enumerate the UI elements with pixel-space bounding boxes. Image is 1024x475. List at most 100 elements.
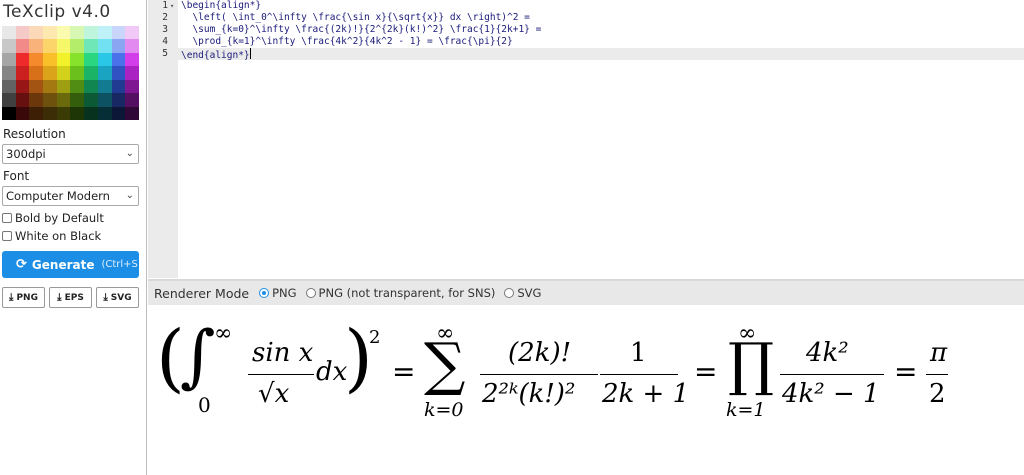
color-swatch[interactable] <box>97 106 112 120</box>
color-swatch[interactable] <box>56 106 71 120</box>
color-swatch[interactable] <box>125 26 139 40</box>
renderer-option-png[interactable]: PNG <box>259 286 297 300</box>
download-eps-button[interactable]: ⤓ EPS <box>49 287 92 308</box>
color-swatch[interactable] <box>56 79 71 94</box>
color-swatch[interactable] <box>2 79 16 94</box>
color-swatch[interactable] <box>84 39 98 53</box>
color-swatch[interactable] <box>97 26 112 40</box>
color-swatch[interactable] <box>29 93 44 107</box>
color-swatch[interactable] <box>56 93 71 107</box>
sidebar: TeXclip v4.0 Resolution 300dpi ⌄ Font Co… <box>0 0 147 475</box>
line-number: 2 <box>162 12 168 23</box>
color-swatch[interactable] <box>84 93 98 107</box>
color-swatch[interactable] <box>111 93 126 107</box>
color-swatch[interactable] <box>29 66 44 80</box>
color-swatch[interactable] <box>29 106 44 120</box>
code-line[interactable]: 2 \left( \int_0^\infty \frac{\sin x}{\sq… <box>148 12 1024 24</box>
color-swatch[interactable] <box>70 26 85 40</box>
color-swatch[interactable] <box>97 39 112 53</box>
color-swatch[interactable] <box>56 66 71 80</box>
color-swatch[interactable] <box>56 39 71 53</box>
color-swatch[interactable] <box>111 39 126 53</box>
radio-svg[interactable] <box>504 288 515 298</box>
white-on-black-option[interactable]: White on Black <box>2 229 101 243</box>
code-line[interactable]: 4 \prod_{k=1}^\infty \frac{4k^2}{4k^2 - … <box>148 36 1024 48</box>
fold-arrow-icon[interactable]: ▾ <box>170 0 174 12</box>
color-swatch[interactable] <box>97 79 112 94</box>
color-swatch[interactable] <box>111 26 126 40</box>
color-swatch[interactable] <box>70 93 85 107</box>
color-swatch[interactable] <box>15 93 30 107</box>
color-swatch[interactable] <box>2 39 16 53</box>
color-swatch[interactable] <box>70 66 85 80</box>
color-swatch[interactable] <box>70 39 85 53</box>
color-swatch[interactable] <box>15 66 30 80</box>
color-swatch[interactable] <box>15 79 30 94</box>
color-swatch[interactable] <box>29 26 44 40</box>
color-swatch[interactable] <box>125 79 139 94</box>
color-swatch[interactable] <box>97 93 112 107</box>
color-swatch[interactable] <box>43 26 57 40</box>
download-svg-button[interactable]: ⤓ SVG <box>96 287 139 308</box>
color-swatch[interactable] <box>111 106 126 120</box>
code-line-active[interactable]: 5 \end{align*} <box>148 48 1024 61</box>
color-swatch[interactable] <box>43 52 57 67</box>
color-swatch[interactable] <box>43 79 57 94</box>
color-swatch[interactable] <box>125 93 139 107</box>
resolution-select[interactable]: 300dpi ⌄ <box>2 144 139 164</box>
white-on-black-label: White on Black <box>15 229 102 243</box>
color-swatch[interactable] <box>15 106 30 120</box>
color-swatch[interactable] <box>70 52 85 67</box>
color-swatch[interactable] <box>2 93 16 107</box>
color-swatch[interactable] <box>70 106 85 120</box>
bold-default-checkbox[interactable] <box>2 213 12 223</box>
bold-default-option[interactable]: Bold by Default <box>2 211 104 225</box>
color-swatch[interactable] <box>84 66 98 80</box>
color-swatch[interactable] <box>2 52 16 67</box>
color-swatch[interactable] <box>56 26 71 40</box>
color-swatch[interactable] <box>70 79 85 94</box>
radio-png-sns[interactable] <box>305 288 316 298</box>
renderer-option-svg[interactable]: SVG <box>504 286 541 300</box>
radio-png[interactable] <box>259 288 270 298</box>
color-swatch[interactable] <box>97 52 112 67</box>
color-swatch[interactable] <box>125 52 139 67</box>
color-swatch[interactable] <box>111 66 126 80</box>
color-swatch[interactable] <box>2 106 16 120</box>
color-swatch[interactable] <box>97 66 112 80</box>
white-on-black-checkbox[interactable] <box>2 231 12 241</box>
color-swatch[interactable] <box>43 66 57 80</box>
color-swatch[interactable] <box>29 79 44 94</box>
line-number: 1 <box>162 0 168 11</box>
font-select[interactable]: Computer Modern ⌄ <box>2 186 139 206</box>
download-png-button[interactable]: ⤓ PNG <box>2 287 45 308</box>
code-line[interactable]: 1 ▾ \begin{align*} <box>148 0 1024 12</box>
latex-editor[interactable]: 1 ▾ \begin{align*} 2 \left( \int_0^\inft… <box>148 0 1024 278</box>
color-swatch[interactable] <box>56 52 71 67</box>
renderer-option-png-sns[interactable]: PNG (not transparent, for SNS) <box>305 286 495 300</box>
color-swatch[interactable] <box>111 79 126 94</box>
color-swatch[interactable] <box>29 52 44 67</box>
color-swatch[interactable] <box>125 66 139 80</box>
color-swatch[interactable] <box>15 39 30 53</box>
color-swatch[interactable] <box>125 106 139 120</box>
color-swatch[interactable] <box>29 39 44 53</box>
color-swatch[interactable] <box>125 39 139 53</box>
color-swatch[interactable] <box>111 52 126 67</box>
color-swatch[interactable] <box>84 52 98 67</box>
color-palette[interactable] <box>2 26 139 120</box>
color-swatch[interactable] <box>84 26 98 40</box>
color-swatch[interactable] <box>43 39 57 53</box>
color-swatch[interactable] <box>84 106 98 120</box>
generate-button[interactable]: ⟳ Generate (Ctrl+S) <box>2 251 142 278</box>
color-swatch[interactable] <box>84 79 98 94</box>
color-swatch[interactable] <box>15 52 30 67</box>
color-swatch[interactable] <box>2 26 16 40</box>
color-swatch[interactable] <box>43 93 57 107</box>
color-swatch[interactable] <box>43 106 57 120</box>
color-swatch[interactable] <box>15 26 30 40</box>
color-swatch[interactable] <box>2 66 16 80</box>
font-value: Computer Modern <box>6 189 110 203</box>
code-line[interactable]: 3 \sum_{k=0}^\infty \frac{(2k)!}{2^{2k}(… <box>148 24 1024 36</box>
frac4-denominator: 4k² − 1 <box>782 379 880 409</box>
